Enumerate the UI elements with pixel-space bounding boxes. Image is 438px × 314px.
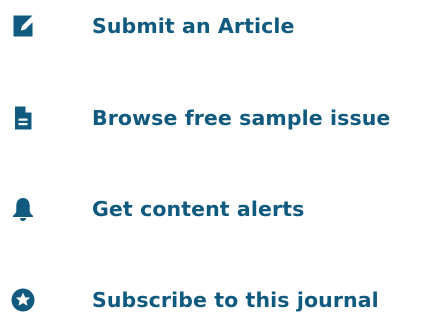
- edit-icon: [11, 14, 35, 38]
- document-icon: [11, 106, 35, 130]
- journal-actions-list: Submit an Article Browse free sample iss…: [0, 0, 438, 314]
- star-circle-icon: [11, 288, 35, 312]
- submit-article-link[interactable]: Submit an Article: [0, 6, 438, 46]
- subscribe-journal-label: Subscribe to this journal: [92, 288, 379, 312]
- content-alerts-link[interactable]: Get content alerts: [0, 189, 438, 229]
- submit-article-label: Submit an Article: [92, 14, 295, 38]
- bell-icon: [11, 197, 35, 221]
- browse-sample-issue-link[interactable]: Browse free sample issue: [0, 98, 438, 138]
- browse-sample-issue-label: Browse free sample issue: [92, 106, 391, 130]
- subscribe-journal-link[interactable]: Subscribe to this journal: [0, 280, 438, 314]
- content-alerts-label: Get content alerts: [92, 197, 305, 221]
